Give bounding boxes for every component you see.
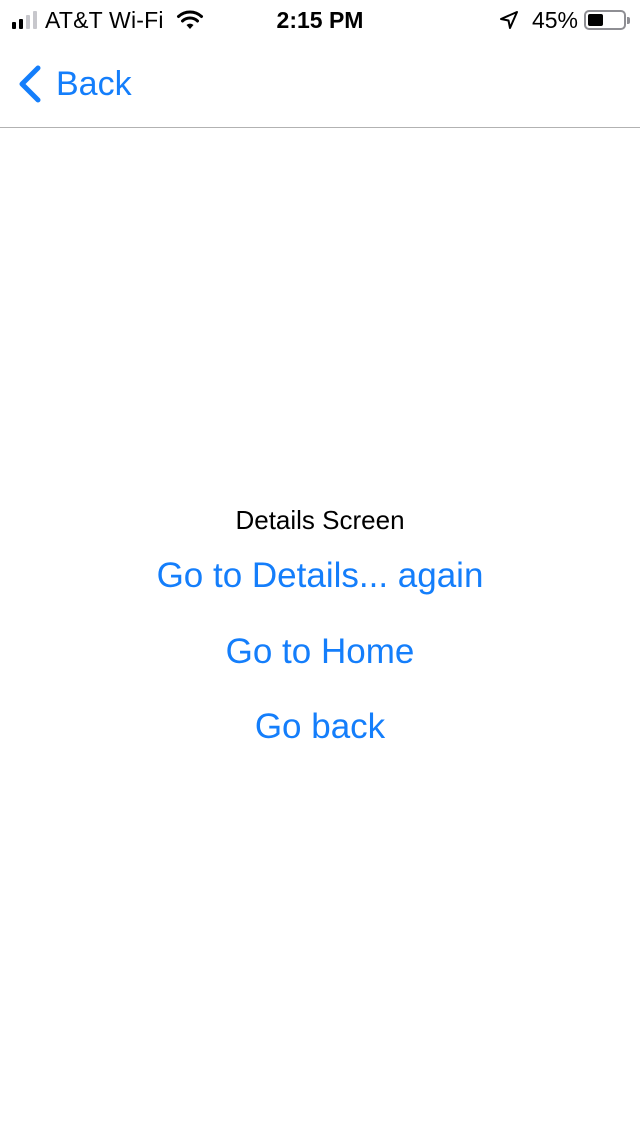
- go-back-button[interactable]: Go back: [255, 705, 385, 749]
- status-bar: AT&T Wi-Fi 2:15 PM 45%: [0, 0, 640, 40]
- location-arrow-icon: [499, 11, 518, 29]
- battery-percent: 45%: [531, 6, 578, 33]
- status-right: 45%: [498, 6, 630, 33]
- battery-fill: [588, 14, 603, 26]
- main-content: Details Screen Go to Details... again Go…: [0, 500, 640, 749]
- navigation-bar: Back: [0, 40, 640, 128]
- go-to-home-button[interactable]: Go to Home: [226, 630, 415, 674]
- battery-cap: [627, 17, 630, 24]
- back-label: Back: [56, 65, 132, 103]
- back-button[interactable]: Back: [16, 62, 132, 106]
- battery-icon: [584, 10, 630, 30]
- app-screen: AT&T Wi-Fi 2:15 PM 45% Back Details Scre…: [0, 0, 640, 1136]
- screen-title: Details Screen: [235, 505, 405, 535]
- go-to-details-again-button[interactable]: Go to Details... again: [157, 554, 484, 598]
- chevron-left-icon: [19, 65, 41, 103]
